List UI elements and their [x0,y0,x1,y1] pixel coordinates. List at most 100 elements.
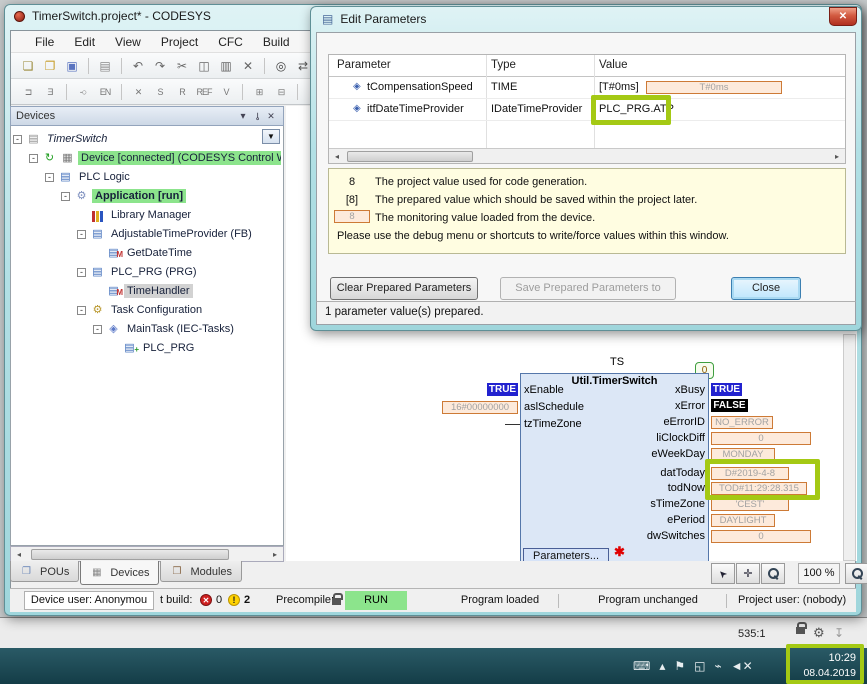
cfc-set-icon[interactable]: S [150,83,170,101]
parameter-value[interactable]: [T#0ms] [599,81,639,93]
menu-cfc[interactable]: CFC [208,33,253,51]
expand-collapse-box[interactable]: - [13,135,22,144]
tab-devices[interactable]: ▦Devices [80,561,159,585]
parameters-button[interactable]: Parameters... [523,548,609,561]
scroll-left-arrow[interactable]: ◂ [11,550,27,559]
pan-button[interactable] [736,563,760,584]
tree-item-timehandler[interactable]: ▤MTimeHandler [13,282,281,300]
fbd-value-xenable[interactable]: TRUE [487,383,518,396]
tree-item-getdatetime[interactable]: ▤MGetDateTime [13,244,281,262]
menu-edit[interactable]: Edit [64,33,105,51]
tree-item-timerswitch[interactable]: -▤TimerSwitch [13,130,281,148]
tree-item-library-manager[interactable]: Library Manager [13,206,281,224]
cut-icon[interactable]: ✂ [172,57,192,75]
find-icon[interactable]: ◎ [271,57,291,75]
scroll-right-arrow[interactable]: ▸ [829,152,845,161]
dialog-hscrollbar[interactable]: ◂ ▸ [329,148,845,163]
cfc-negate-icon[interactable]: ✕ [128,83,148,101]
fbd-value-aslschedule[interactable]: 16#00000000 [442,401,518,414]
fbd-value-xerror[interactable]: FALSE [711,399,748,412]
select-cursor-button[interactable] [711,563,735,584]
fbd-value-stimezone[interactable]: 'CEST' [711,498,789,511]
parameter-row-itfdatetimeprovider[interactable]: ◈itfDateTimeProviderIDateTimeProviderPLC… [329,99,845,121]
delete-icon[interactable]: ✕ [238,57,258,75]
menu-project[interactable]: Project [151,33,208,51]
copy-icon[interactable]: ◫ [194,57,214,75]
cfc-input-icon[interactable]: ⊐ [18,83,38,101]
parameters-table[interactable]: Parameter Type Value ◈tCompensationSpeed… [328,54,846,164]
fbd-value-dwswitches[interactable]: 0 [711,530,811,543]
paste-icon[interactable]: ▥ [216,57,236,75]
new-file-icon[interactable]: ❏ [18,57,38,75]
cfc-negated-box-icon[interactable]: -○ [73,83,93,101]
tree-item-adjustabletimeprovider-fb[interactable]: -▤AdjustableTimeProvider (FB) [13,225,281,243]
fbd-value-liclockdiff[interactable]: 0 [711,432,811,445]
redo-icon[interactable]: ↷ [150,57,170,75]
menu-file[interactable]: File [25,33,64,51]
dialog-titlebar[interactable]: ▤ Edit Parameters [322,12,426,26]
tree-item-plc-logic[interactable]: -▤PLC Logic [13,168,281,186]
tree-item-plc-prg-prg[interactable]: -▤PLC_PRG (PRG) [13,263,281,281]
scroll-thumb[interactable] [31,549,229,560]
menu-view[interactable]: View [105,33,151,51]
cfc-output-icon[interactable]: Ǝ [40,83,60,101]
fbd-value-eerrorid[interactable]: NO_ERROR [711,416,773,429]
tab-pous[interactable]: ❐POUs [10,561,79,582]
dialog-close-button[interactable] [829,7,857,26]
fbd-value-eweekday[interactable]: MONDAY [711,448,775,461]
parameter-value[interactable]: PLC_PRG.ATP [599,103,674,115]
flag-icon[interactable]: ⚑ [674,659,685,673]
panel-menu-icon[interactable] [236,111,250,122]
keyboard-icon[interactable]: ⌨ [633,659,650,673]
zoom-level[interactable]: 100 % [798,563,840,584]
cfc-value-icon[interactable]: V [216,83,236,101]
tree-item-application-run[interactable]: -⚙Application [run] [13,187,281,205]
cfc-reset-icon[interactable]: R [172,83,192,101]
clear-prepared-parameters-button[interactable]: Clear Prepared Parameters [330,277,478,300]
expand-collapse-box[interactable]: - [93,325,102,334]
cfc-decompose-icon[interactable]: ⊟ [271,83,291,101]
close-panel-icon[interactable] [264,111,278,122]
sync-settings-icon[interactable] [813,625,825,641]
expand-collapse-box[interactable]: - [61,192,70,201]
tab-modules[interactable]: ❒Modules [160,561,242,582]
show-hidden-icons-button[interactable]: ▴ [659,659,665,673]
expand-collapse-box[interactable]: - [77,306,86,315]
main-titlebar[interactable]: TimerSwitch.project* - CODESYS [14,9,211,23]
tree-item-maintask-iec-tasks[interactable]: -◈MainTask (IEC-Tasks) [13,320,281,338]
devices-hscrollbar[interactable]: ◂ ▸ [10,546,284,562]
close-button[interactable]: Close [731,277,801,300]
fbd-value-dattoday[interactable]: D#2019-4-8 [711,467,789,480]
scroll-thumb[interactable] [347,151,473,162]
save-icon[interactable]: ▣ [62,57,82,75]
editor-vscrollbar[interactable] [843,334,856,561]
pin-icon[interactable] [250,111,264,122]
fbd-instance-name[interactable]: TS [582,356,652,368]
expand-collapse-box[interactable]: - [77,230,86,239]
cfc-en-box-icon[interactable]: EN [95,83,115,101]
fbd-value-todnow[interactable]: TOD#11:29:28.315 [711,482,807,495]
zoom-fit-button[interactable] [845,563,867,584]
undo-icon[interactable]: ↶ [128,57,148,75]
expand-collapse-box[interactable]: - [45,173,54,182]
tree-item-task-configuration[interactable]: -⚙Task Configuration [13,301,281,319]
column-header-type[interactable]: Type [491,59,516,71]
volume-muted-icon[interactable]: ◄✕ [731,659,753,673]
tree-item-plc-prg[interactable]: ▤+PLC_PRG [13,339,281,357]
cfc-ref-icon[interactable]: REF [194,83,214,101]
expand-collapse-box[interactable]: - [29,154,38,163]
expand-collapse-box[interactable]: - [77,268,86,277]
menu-build[interactable]: Build [253,33,300,51]
scroll-right-arrow[interactable]: ▸ [267,550,283,559]
network-icon[interactable]: ◱ [694,659,705,673]
zoom-button[interactable] [761,563,785,584]
column-header-parameter[interactable]: Parameter [337,59,391,71]
taskbar-clock[interactable]: 10:29 08.04.2019 [790,651,856,681]
column-header-value[interactable]: Value [599,59,628,71]
parameter-row-tcompensationspeed[interactable]: ◈tCompensationSpeedTIME[T#0ms]T#0ms [329,77,845,99]
power-plug-icon[interactable]: ⌁ [714,659,721,673]
fbd-value-xbusy[interactable]: TRUE [711,383,742,396]
print-icon[interactable]: ▤ [95,57,115,75]
open-file-icon[interactable]: ❐ [40,57,60,75]
cfc-compose-icon[interactable]: ⊞ [249,83,269,101]
